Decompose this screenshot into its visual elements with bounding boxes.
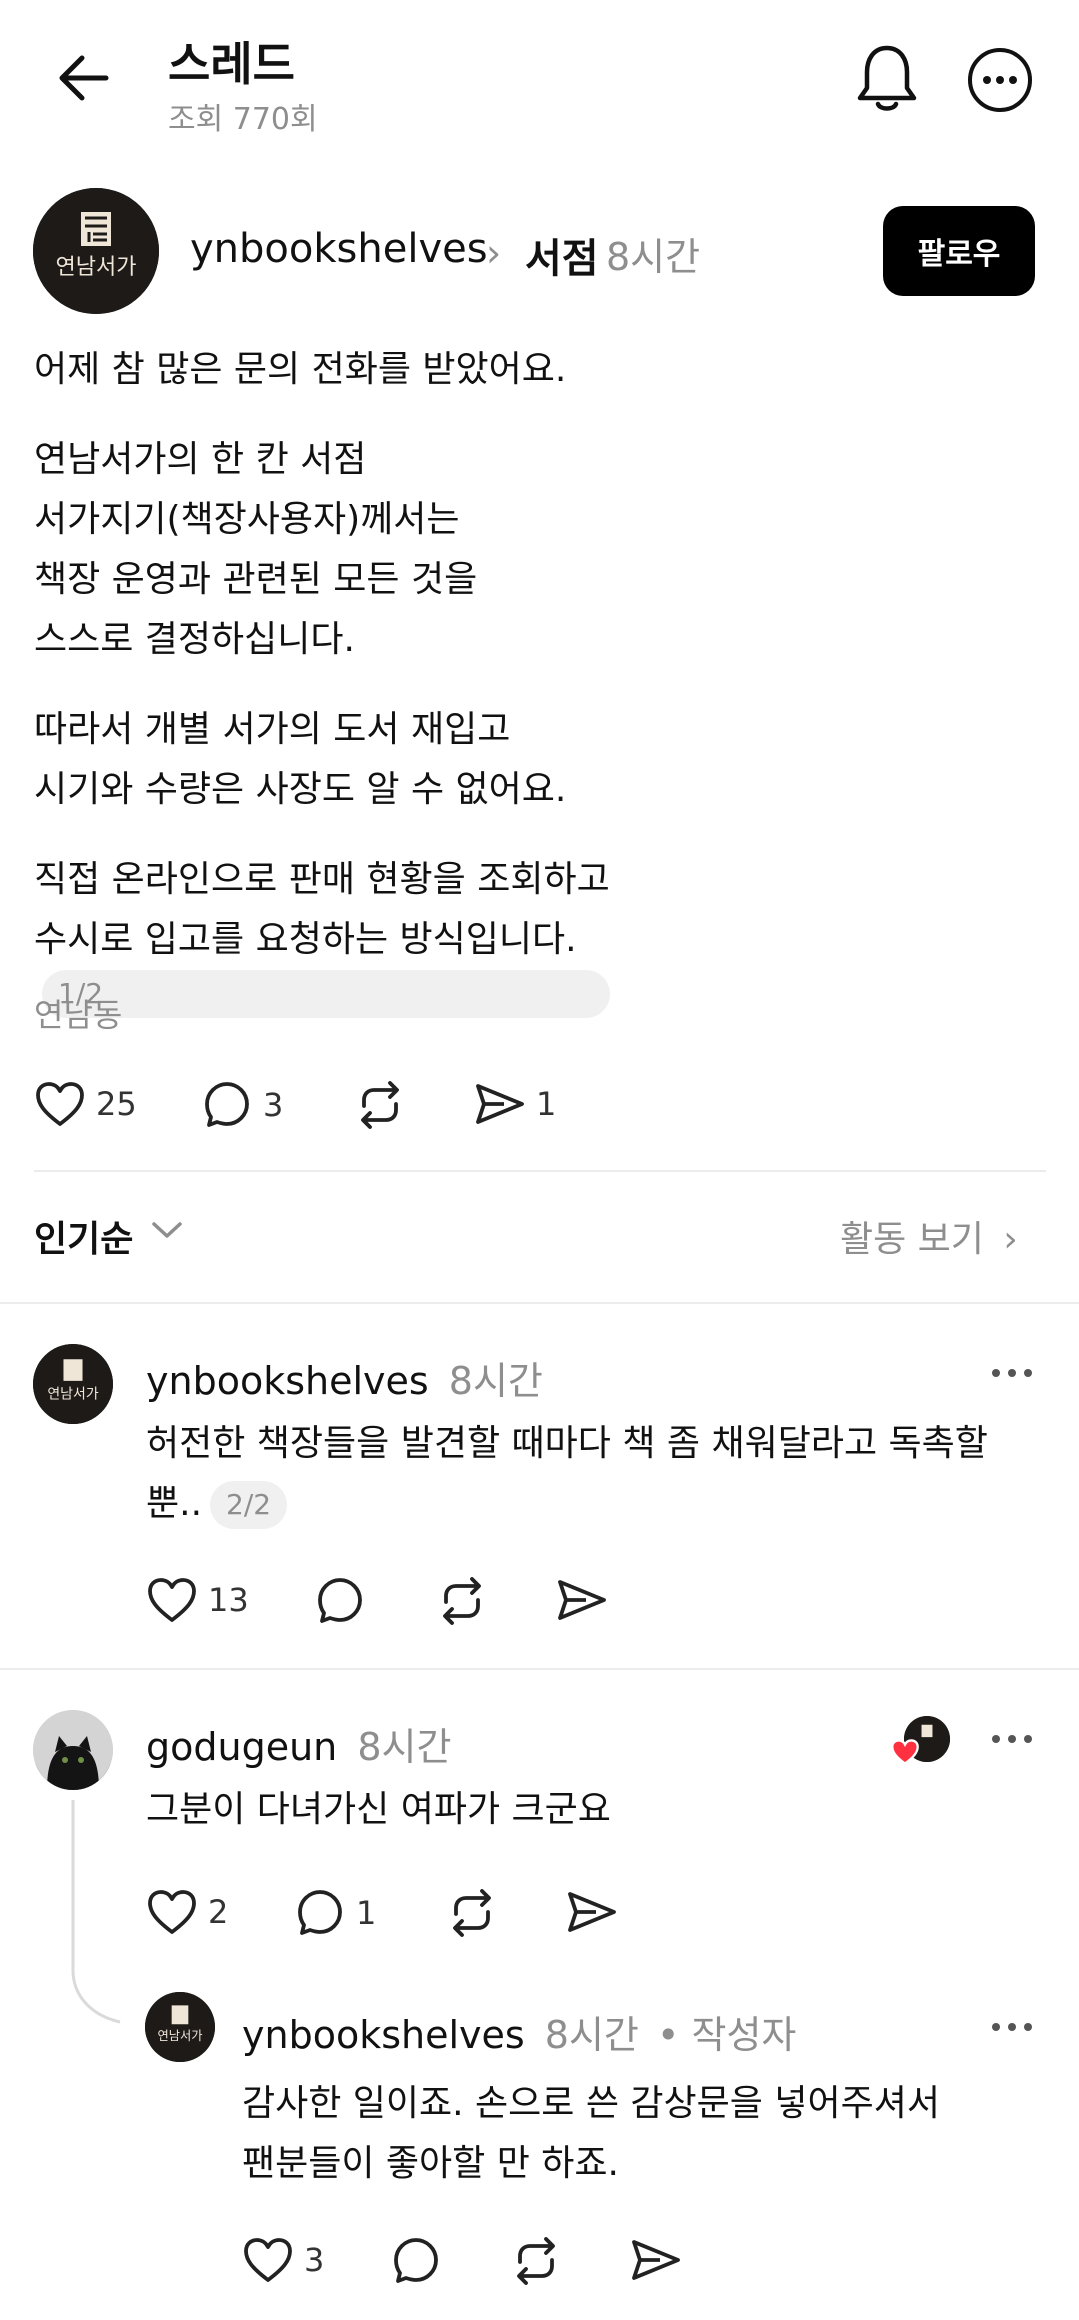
repost-icon (361, 1081, 399, 1129)
comment-text: 그분이 다녀가신 여파가 크군요 (146, 1789, 611, 1830)
svg-text:연남서가: 연남서가 (158, 2029, 203, 2043)
post-author-name[interactable]: ynbookshelves (190, 226, 488, 272)
cat-photo-icon (33, 1710, 113, 1790)
divider (0, 1668, 1079, 1670)
author-liked-indicator (890, 1716, 954, 1772)
share-button[interactable] (566, 1888, 618, 1936)
reply-button[interactable] (316, 1576, 366, 1626)
comment-more-button[interactable] (982, 1358, 1042, 1388)
repost-button[interactable] (436, 1576, 488, 1626)
repost-icon (517, 2237, 555, 2285)
bookstore-logo-icon: 연남서가 (33, 188, 159, 314)
divider (34, 1170, 1046, 1172)
repost-button[interactable] (354, 1080, 406, 1130)
like-button[interactable]: 13 (146, 1576, 249, 1624)
heart-icon (148, 1890, 196, 1934)
more-horizontal-icon (992, 2023, 1032, 2031)
comment-bubble-icon (394, 2238, 438, 2283)
comment-bubble-icon (298, 1890, 342, 1935)
comment-author[interactable]: ynbookshelves 8시간 (146, 1350, 543, 1405)
post-paragraph-1: 어제 참 많은 문의 전화를 받았어요. (34, 349, 567, 390)
post-topic-tag[interactable]: 서점 (525, 226, 599, 284)
comment-more-button[interactable] (982, 2012, 1042, 2042)
more-horizontal-icon (992, 1369, 1032, 1377)
chevron-right-icon: › (486, 231, 502, 275)
like-button[interactable]: 25 (34, 1080, 137, 1128)
bookstore-logo-icon: 연남서가 (145, 1992, 215, 2062)
notifications-button[interactable] (852, 40, 922, 116)
repost-icon (443, 1577, 481, 1625)
page-badge: 1/2 (42, 970, 610, 1018)
heart-icon (148, 1578, 196, 1622)
comment-timestamp: 8시간 (357, 1725, 452, 1769)
comment-text: 허전한 책장들을 발견할 때마다 책 좀 채워달라고 독촉할 뿐.. 2/2 (146, 1414, 988, 1534)
reply-button[interactable] (392, 2236, 442, 2286)
heart-icon (244, 2238, 292, 2282)
comment-text: 감사한 일이죠. 손으로 쓴 감상문을 넣어주셔서 팬분들이 좋아할 만 하죠. (242, 2083, 940, 2184)
sort-dropdown[interactable]: 인기순 (34, 1210, 133, 1262)
svg-text:연남서가: 연남서가 (47, 1387, 99, 1403)
share-button[interactable]: 1 (474, 1080, 556, 1128)
repost-button[interactable] (446, 1888, 498, 1938)
page-title: 스레드 (168, 37, 295, 91)
heart-filled-icon (891, 1739, 919, 1765)
share-button[interactable] (556, 1576, 608, 1624)
send-icon (632, 2240, 680, 2280)
svg-text:연남서가: 연남서가 (56, 255, 137, 280)
like-count: 2 (208, 1893, 229, 1931)
chevron-down-icon[interactable] (150, 1218, 184, 1246)
send-icon (558, 1580, 606, 1620)
chevron-right-icon: › (1003, 1219, 1018, 1260)
arrow-left-icon (59, 55, 109, 101)
repost-button[interactable] (510, 2236, 562, 2286)
send-icon (476, 1084, 524, 1124)
author-avatar[interactable]: 연남서가 (33, 188, 159, 314)
comment-timestamp: 8시간 (544, 2013, 639, 2057)
post-paragraph-2: 연남서가의 한 칸 서점 서가지기(책장사용자)께서는 책장 운영과 관련된 모… (34, 439, 478, 660)
bell-icon (857, 45, 917, 111)
thread-connector-line (71, 1800, 121, 2024)
share-button[interactable] (630, 2236, 682, 2284)
comment-more-button[interactable] (982, 1724, 1042, 1754)
comment-timestamp: 8시간 (448, 1359, 543, 1403)
like-button[interactable]: 2 (146, 1888, 228, 1936)
view-activity-link[interactable]: 활동 보기 › (840, 1210, 1018, 1262)
like-count: 25 (96, 1085, 137, 1123)
comment-author[interactable]: ynbookshelves 8시간 • 작성자 (242, 2004, 796, 2059)
comment-avatar[interactable]: 연남서가 (145, 1992, 215, 2062)
reply-count: 1 (356, 1894, 377, 1932)
view-count: 조회 770회 (168, 102, 318, 137)
like-count: 3 (304, 2241, 325, 2279)
share-count: 1 (536, 1085, 557, 1123)
more-horizontal-icon (992, 1735, 1032, 1743)
comment-bubble-icon (205, 1082, 249, 1127)
like-count: 13 (208, 1581, 249, 1619)
more-circle-icon (968, 48, 1032, 112)
comment-avatar[interactable]: 연남서가 (33, 1344, 113, 1424)
send-icon (568, 1892, 616, 1932)
repost-icon (453, 1889, 491, 1937)
back-button[interactable] (50, 40, 120, 110)
heart-icon (36, 1082, 84, 1126)
comment-author[interactable]: godugeun 8시간 (146, 1716, 451, 1771)
bookstore-logo-icon: 연남서가 (33, 1344, 113, 1424)
reply-count: 3 (263, 1086, 284, 1124)
reply-button[interactable]: 3 (203, 1080, 283, 1130)
page-badge: 2/2 (210, 1481, 288, 1529)
comment-bubble-icon (318, 1578, 362, 1623)
divider (0, 1302, 1079, 1304)
post-location[interactable]: 연남동 (34, 990, 122, 1036)
more-options-button[interactable] (966, 46, 1034, 114)
author-tag: • 작성자 (656, 2013, 797, 2057)
reply-button[interactable]: 1 (296, 1888, 376, 1938)
post-timestamp: 8시간 (606, 235, 701, 279)
follow-button[interactable]: 팔로우 (883, 206, 1035, 296)
like-button[interactable]: 3 (242, 2236, 324, 2284)
comment-avatar[interactable] (33, 1710, 113, 1790)
post-paragraph-3: 따라서 개별 서가의 도서 재입고 시기와 수량은 사장도 알 수 없어요. (34, 709, 567, 810)
